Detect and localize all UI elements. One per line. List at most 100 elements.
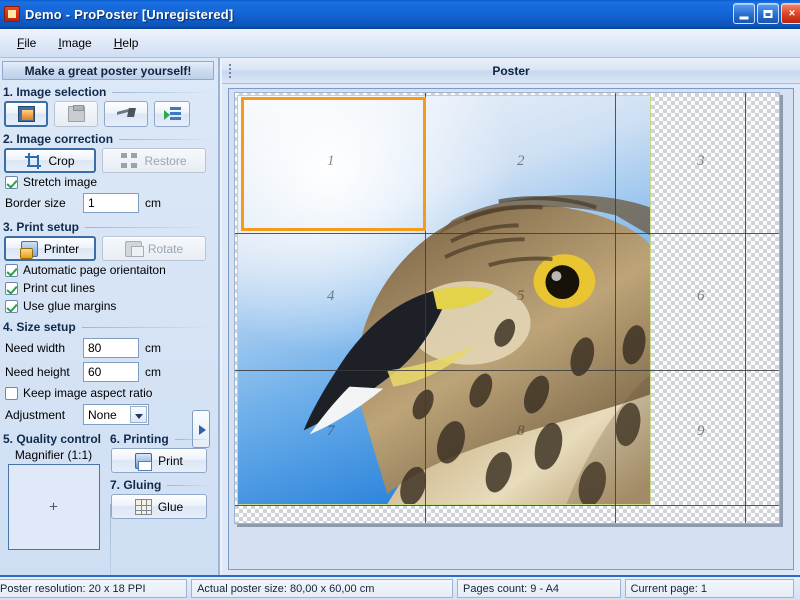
menu-file-label: ile bbox=[24, 36, 37, 50]
restore-button[interactable]: Restore bbox=[102, 148, 206, 173]
layers-green-icon bbox=[163, 106, 181, 122]
drag-grip-icon[interactable] bbox=[229, 64, 232, 78]
page-number: 8 bbox=[517, 423, 525, 439]
stretch-image-row[interactable]: Stretch image bbox=[0, 173, 218, 191]
paste-image-button[interactable] bbox=[54, 101, 98, 127]
page-number: 9 bbox=[697, 423, 705, 439]
print-cut-lines-label: Print cut lines bbox=[23, 281, 96, 295]
print-button[interactable]: Print bbox=[111, 448, 207, 473]
section-title-image-correction: 2. Image correction bbox=[3, 132, 218, 146]
scanner-icon bbox=[117, 106, 136, 122]
section-title-gluing: 7. Gluing bbox=[110, 478, 217, 492]
keep-aspect-ratio-checkbox[interactable] bbox=[5, 386, 18, 400]
current-page-selection-rect[interactable] bbox=[241, 97, 426, 231]
proposter-window: Demo - ProPoster [Unregistered] × File I… bbox=[0, 0, 800, 600]
printer-button-label: Printer bbox=[43, 241, 80, 256]
clipboard-paste-icon bbox=[67, 105, 85, 122]
maximize-button[interactable] bbox=[757, 3, 779, 24]
menu-image[interactable]: Image bbox=[47, 33, 102, 53]
bottom-sections: 5. Quality control Magnifier (1:1) + 6. … bbox=[0, 427, 218, 550]
rotate-icon bbox=[124, 240, 144, 257]
maximize-icon bbox=[763, 9, 773, 18]
stretch-image-checkbox[interactable] bbox=[5, 175, 18, 189]
status-resolution: Poster resolution: 20 x 18 PPI bbox=[0, 579, 188, 598]
print-setup-toolbar: Printer Rotate bbox=[0, 236, 218, 261]
scan-image-button[interactable] bbox=[104, 101, 148, 127]
page-number: 4 bbox=[327, 288, 335, 304]
crop-icon bbox=[25, 152, 42, 169]
border-size-label: Border size bbox=[5, 196, 66, 210]
section-rule bbox=[167, 484, 211, 486]
chevron-down-icon[interactable] bbox=[130, 406, 147, 423]
crosshair-icon: + bbox=[49, 498, 58, 516]
poster-sheet[interactable]: 1 2 3 4 5 6 7 8 9 bbox=[234, 92, 780, 524]
image-list-button[interactable] bbox=[154, 101, 190, 127]
minimize-button[interactable] bbox=[733, 3, 755, 24]
adjustment-label: Adjustment bbox=[5, 407, 66, 422]
section-rule bbox=[85, 226, 212, 228]
page-number: 7 bbox=[327, 423, 335, 439]
menu-help[interactable]: Help bbox=[103, 33, 150, 53]
need-height-input[interactable] bbox=[83, 362, 139, 382]
section-title-image-selection: 1. Image selection bbox=[3, 85, 218, 99]
status-current-page: Current page: 1 bbox=[624, 579, 795, 598]
menu-file[interactable]: File bbox=[6, 33, 47, 53]
status-pages-count: Pages count: 9 - A4 bbox=[457, 579, 621, 598]
auto-orientation-label: Automatic page orientaiton bbox=[23, 263, 166, 277]
grid-hline bbox=[235, 233, 779, 234]
status-bar: Poster resolution: 20 x 18 PPI Actual po… bbox=[0, 575, 800, 600]
auto-orientation-checkbox[interactable] bbox=[5, 263, 18, 277]
border-size-unit: cm bbox=[145, 196, 161, 210]
keep-aspect-ratio-row[interactable]: Keep image aspect ratio bbox=[0, 384, 218, 402]
adjustment-row: Adjustment None bbox=[0, 402, 218, 427]
glue-button[interactable]: Glue bbox=[111, 494, 207, 519]
keep-aspect-ratio-label: Keep image aspect ratio bbox=[23, 386, 153, 400]
poster-panel-header: Poster bbox=[222, 58, 800, 84]
magnifier-label: Magnifier (1:1) bbox=[14, 448, 93, 462]
need-height-row: Need height cm bbox=[0, 360, 218, 384]
quality-control-column: 5. Quality control Magnifier (1:1) + bbox=[0, 427, 107, 550]
section-title-printing: 6. Printing bbox=[110, 432, 217, 446]
printer-button[interactable]: Printer bbox=[4, 236, 96, 261]
print-cut-lines-row[interactable]: Print cut lines bbox=[0, 279, 218, 297]
open-image-icon bbox=[17, 106, 35, 122]
auto-orientation-row[interactable]: Automatic page orientaiton bbox=[0, 261, 218, 279]
restore-button-label: Restore bbox=[144, 153, 187, 168]
magnifier-preview[interactable]: + bbox=[7, 464, 100, 550]
close-button[interactable]: × bbox=[781, 3, 800, 24]
need-width-unit: cm bbox=[145, 341, 161, 355]
grid-hline bbox=[235, 370, 779, 371]
poster-panel-title: Poster bbox=[492, 63, 530, 78]
print-cut-lines-checkbox[interactable] bbox=[5, 281, 18, 295]
printing-toolbar: Print bbox=[107, 448, 217, 473]
adjustment-select[interactable]: None bbox=[83, 404, 149, 425]
section-rule bbox=[119, 138, 212, 140]
glue-button-label: Glue bbox=[157, 499, 184, 514]
restore-icon bbox=[121, 152, 138, 169]
need-width-row: Need width cm bbox=[0, 336, 218, 360]
section-title-size-setup: 4. Size setup bbox=[3, 320, 218, 334]
print-button-label: Print bbox=[158, 453, 183, 468]
need-height-unit: cm bbox=[145, 365, 161, 379]
glue-margins-row[interactable]: Use glue margins bbox=[0, 297, 218, 315]
rotate-button[interactable]: Rotate bbox=[102, 236, 206, 261]
page-number: 5 bbox=[517, 288, 525, 304]
crop-button[interactable]: Crop bbox=[4, 148, 96, 173]
page-number: 6 bbox=[697, 288, 705, 304]
need-width-input[interactable] bbox=[83, 338, 139, 358]
image-correction-toolbar: Crop Restore bbox=[0, 148, 218, 173]
grid-vline bbox=[615, 93, 616, 523]
glue-margins-label: Use glue margins bbox=[23, 299, 117, 313]
minimize-icon bbox=[739, 16, 749, 19]
need-height-label: Need height bbox=[5, 365, 70, 379]
open-image-button[interactable] bbox=[4, 101, 48, 127]
section-rule bbox=[81, 326, 212, 328]
menu-image-label: mage bbox=[61, 36, 92, 50]
border-size-input[interactable] bbox=[83, 193, 139, 213]
page-number: 3 bbox=[697, 153, 705, 169]
glue-margins-checkbox[interactable] bbox=[5, 299, 18, 313]
adjustment-value: None bbox=[88, 407, 117, 422]
poster-canvas[interactable]: 1 2 3 4 5 6 7 8 9 bbox=[228, 88, 794, 570]
menu-help-label: elp bbox=[122, 36, 139, 50]
gluing-toolbar: Glue bbox=[107, 494, 217, 519]
